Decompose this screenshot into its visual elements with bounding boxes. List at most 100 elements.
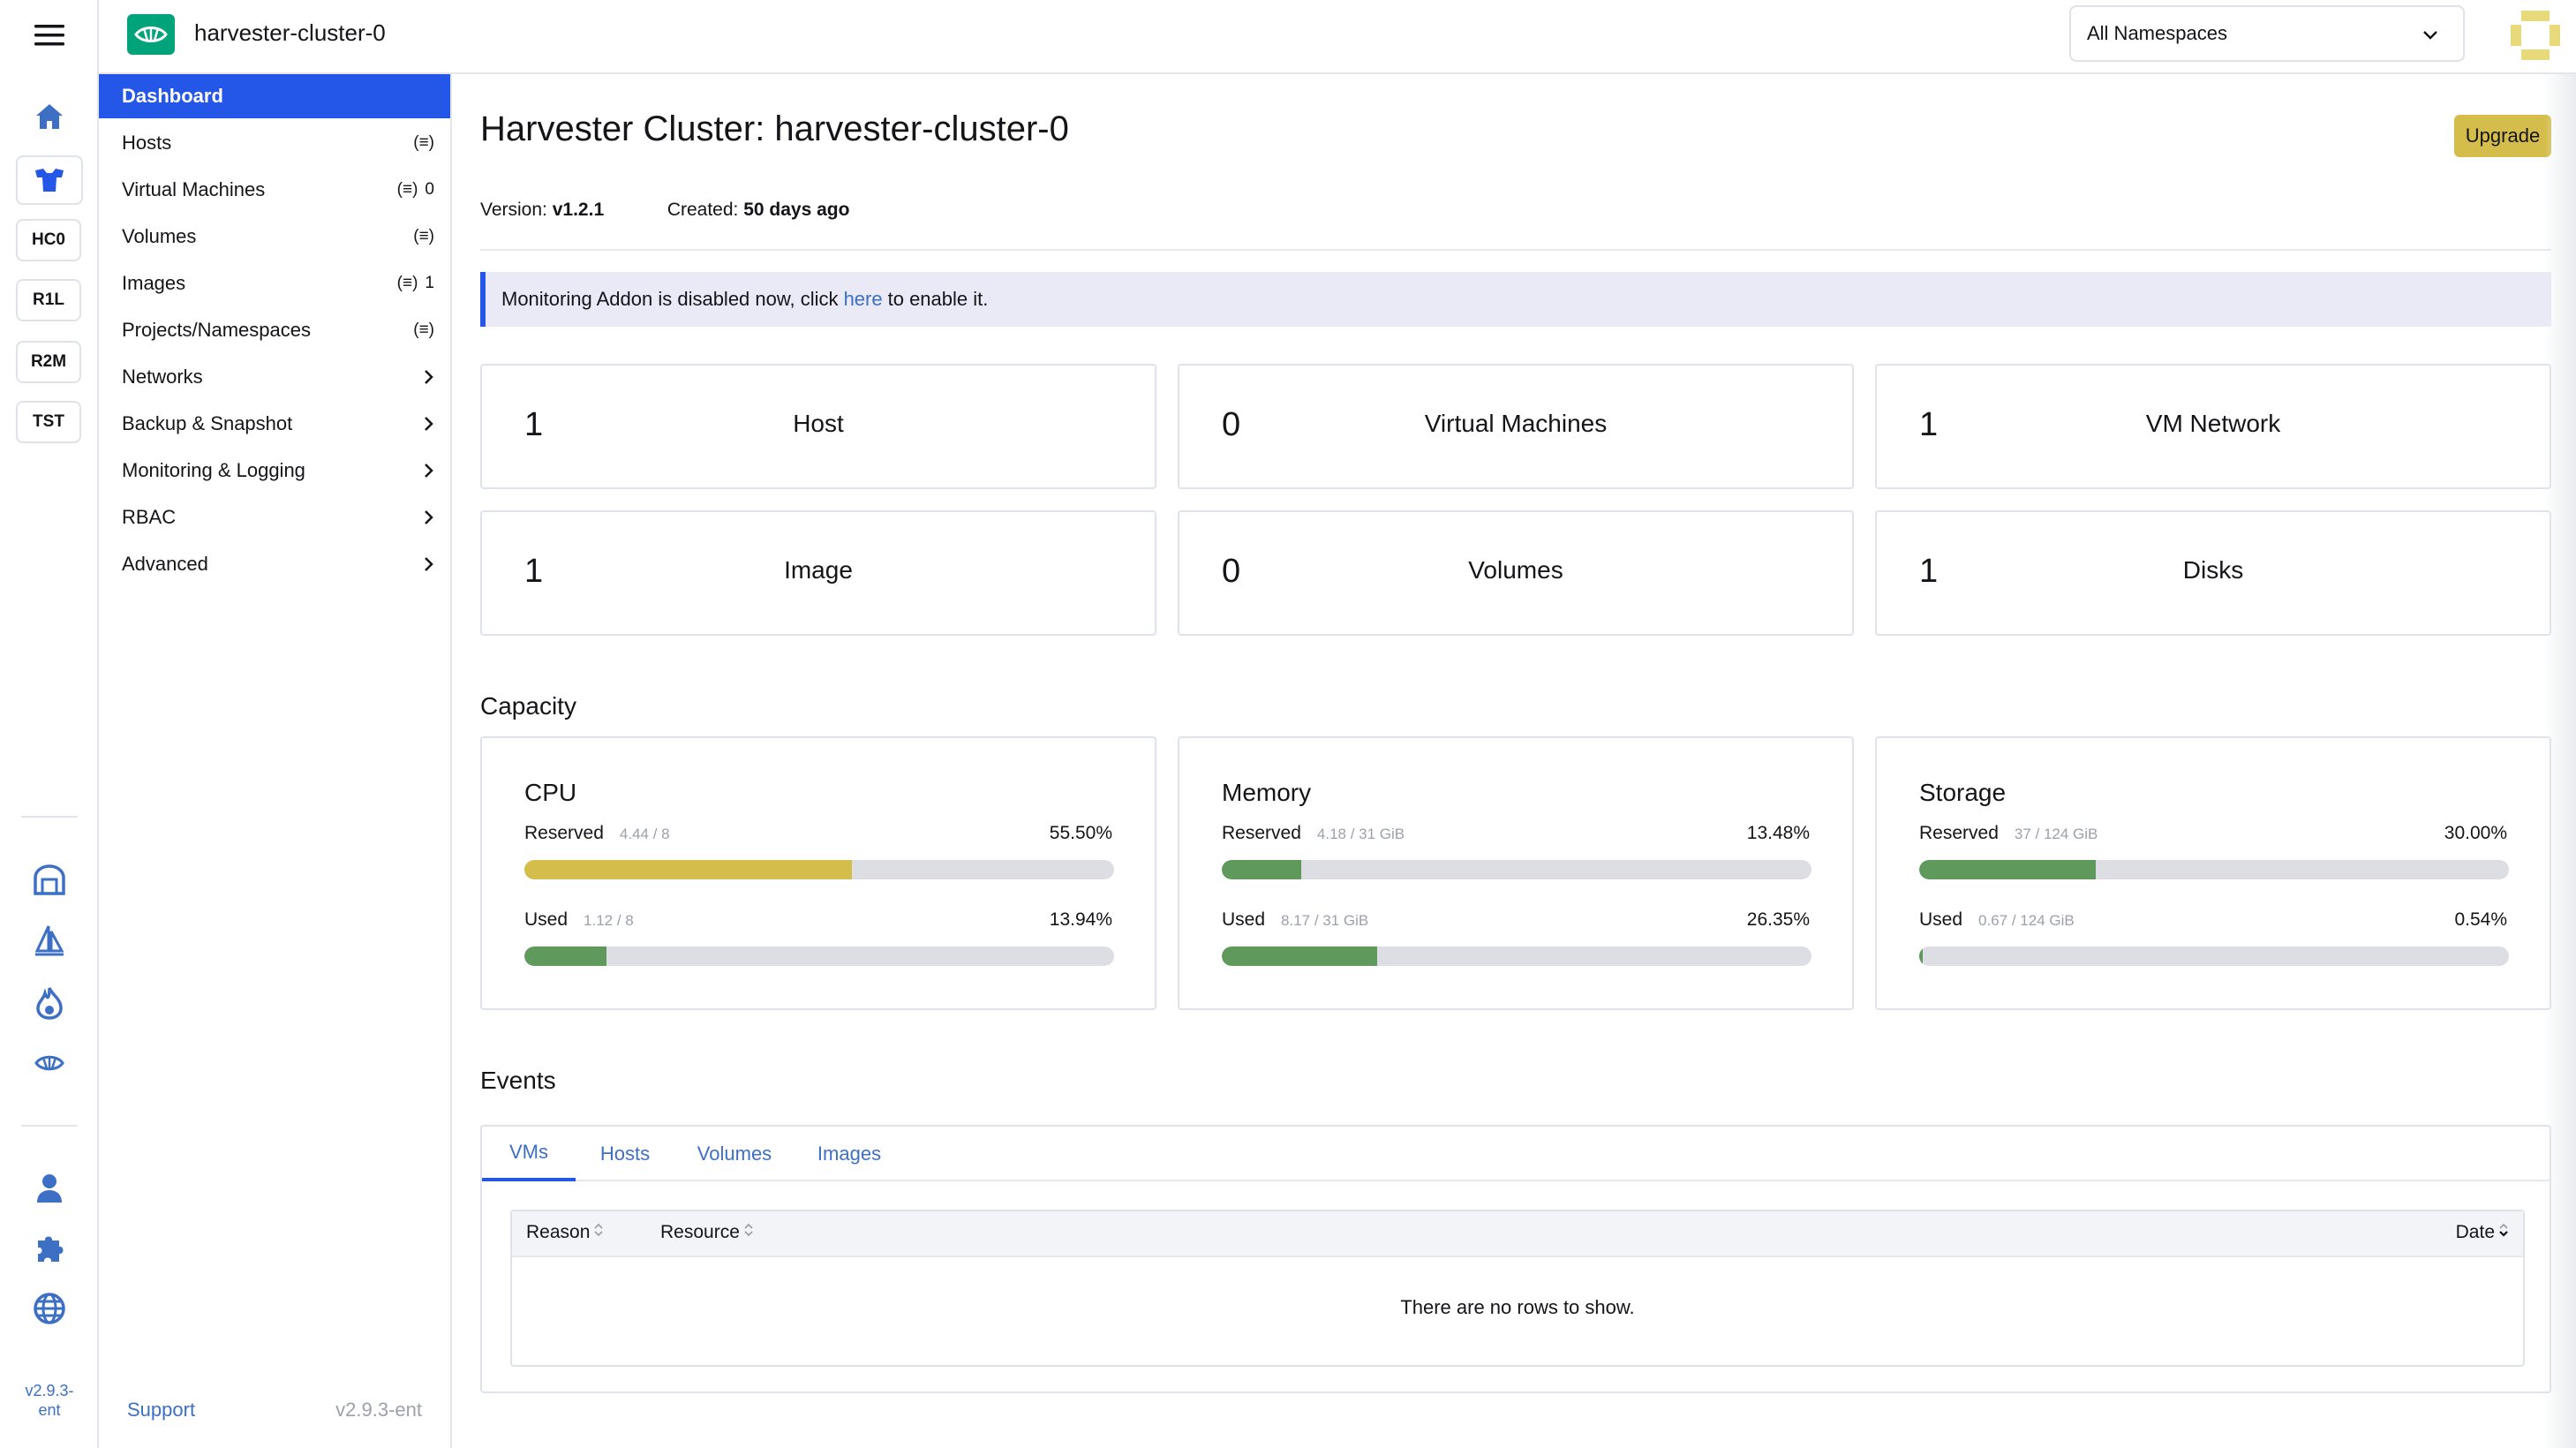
nav-item-label: Projects/Namespaces	[122, 319, 311, 341]
reserved-text: Reserved	[1222, 823, 1301, 843]
nav-item-projects-namespaces[interactable]: Projects/Namespaces (≡)	[99, 308, 450, 352]
nav-item-images[interactable]: Images (≡) 1	[99, 261, 450, 305]
used-text: Used	[1222, 909, 1266, 930]
nav-item-count: 1	[425, 274, 434, 292]
tab-vms[interactable]: VMs	[482, 1127, 576, 1181]
stat-card-volumes[interactable]: 0 Volumes	[1178, 510, 1854, 636]
used-percent: 13.94%	[1049, 909, 1112, 930]
events-title: Events	[480, 1067, 556, 1094]
stat-card-virtual-machines[interactable]: 0 Virtual Machines	[1178, 364, 1854, 489]
cluster-meta: Version: v1.2.1 Created: 50 days ago	[480, 200, 849, 221]
nav-item-label: Dashboard	[122, 85, 223, 107]
list-icon: (≡)	[413, 227, 434, 245]
empty-table-message: There are no rows to show.	[1400, 1296, 1635, 1318]
user-icon[interactable]	[28, 1167, 71, 1210]
chevron-right-icon	[424, 416, 434, 432]
nav-item-label: Images	[122, 272, 186, 294]
cluster-pill-hc0[interactable]: HC0	[16, 219, 81, 261]
nav-item-rbac[interactable]: RBAC	[99, 495, 450, 539]
cluster-pill-tst[interactable]: TST	[16, 401, 81, 443]
capacity-title: Capacity	[480, 692, 576, 720]
namespace-select[interactable]: All Namespaces	[2069, 5, 2465, 62]
nav-item-label: Volumes	[122, 225, 197, 247]
avatar[interactable]	[2507, 7, 2564, 64]
side-nav: Dashboard Hosts (≡) Virtual Machines (≡)…	[99, 74, 452, 1448]
cluster-pill-r2m[interactable]: R2M	[16, 341, 81, 383]
column-header-date[interactable]: Date	[2456, 1222, 2509, 1243]
stat-card-vm-network[interactable]: 1 VM Network	[1875, 364, 2551, 489]
enable-monitoring-link[interactable]: here	[844, 288, 883, 311]
nav-item-monitoring-logging[interactable]: Monitoring & Logging	[99, 449, 450, 493]
used-label: Used 1.12 / 8	[524, 909, 634, 931]
events-tabs: VMs Hosts Volumes Images	[482, 1127, 2550, 1181]
stat-card-host[interactable]: 1 Host	[480, 364, 1156, 489]
nav-item-backup-snapshot[interactable]: Backup & Snapshot	[99, 402, 450, 446]
nav-item-volumes[interactable]: Volumes (≡)	[99, 215, 450, 259]
used-amount: 8.17 / 31 GiB	[1281, 912, 1369, 929]
list-icon: (≡)	[413, 133, 434, 152]
menu-icon[interactable]	[16, 11, 83, 60]
sort-icon	[593, 1222, 604, 1243]
stat-label: VM Network	[2145, 410, 2281, 437]
home-icon[interactable]	[16, 92, 83, 141]
rail-version-line1: v2.9.3-	[25, 1382, 74, 1399]
cluster-manager-icon[interactable]	[16, 155, 83, 205]
reserved-percent: 55.50%	[1049, 823, 1112, 843]
reserved-progress-bar	[1919, 860, 2509, 879]
events-table: Reason Resource Date There are no rows t…	[510, 1210, 2525, 1367]
progress-fill	[1919, 946, 1923, 966]
column-header-reason[interactable]: Reason	[526, 1222, 604, 1243]
used-progress-bar	[1222, 946, 1811, 966]
rail-version: v2.9.3- ent	[0, 1381, 99, 1420]
banner-text: to enable it.	[887, 288, 989, 310]
stat-label: Host	[793, 410, 844, 437]
capacity-card-storage: Storage Reserved 37 / 124 GiB 30.00% Used…	[1875, 736, 2551, 1010]
nav-item-virtual-machines[interactable]: Virtual Machines (≡) 0	[99, 168, 450, 212]
extensions-icon[interactable]	[28, 1227, 71, 1270]
list-icon: (≡)	[396, 180, 418, 199]
support-link[interactable]: Support	[127, 1399, 195, 1422]
nav-item-hosts[interactable]: Hosts (≡)	[99, 121, 450, 165]
tab-images[interactable]: Images	[800, 1127, 899, 1181]
nav-item-networks[interactable]: Networks	[99, 355, 450, 399]
harvester-logo-icon	[127, 14, 175, 55]
reserved-progress-bar	[1222, 860, 1811, 879]
sailboat-icon[interactable]	[28, 920, 71, 962]
nav-item-label: Networks	[122, 366, 203, 388]
flame-icon[interactable]	[28, 982, 71, 1024]
progress-fill	[1222, 946, 1378, 966]
list-icon: (≡)	[396, 274, 418, 292]
progress-fill	[524, 946, 607, 966]
nav-item-dashboard[interactable]: Dashboard	[99, 74, 450, 118]
stat-card-image[interactable]: 1 Image	[480, 510, 1156, 636]
top-header: harvester-cluster-0 All Namespaces	[99, 0, 2576, 74]
globe-icon[interactable]	[28, 1287, 71, 1330]
reserved-percent: 13.48%	[1746, 823, 1810, 843]
progress-fill	[1919, 860, 2097, 879]
progress-fill	[1222, 860, 1302, 879]
stat-card-disks[interactable]: 1 Disks	[1875, 510, 2551, 636]
chevron-right-icon	[424, 556, 434, 572]
used-label: Used 8.17 / 31 GiB	[1222, 909, 1368, 931]
column-header-resource[interactable]: Resource	[660, 1222, 754, 1243]
nav-item-advanced[interactable]: Advanced	[99, 542, 450, 586]
harvester-icon[interactable]	[28, 1042, 71, 1084]
upgrade-button[interactable]: Upgrade	[2454, 115, 2551, 157]
sort-icon	[743, 1222, 754, 1243]
capacity-card-cpu: CPU Reserved 4.44 / 8 55.50% Used 1.12 / 8…	[480, 736, 1156, 1010]
used-percent: 0.54%	[2454, 909, 2507, 930]
created-value: 50 days ago	[743, 200, 850, 220]
tab-volumes[interactable]: Volumes	[682, 1127, 787, 1181]
reserved-progress-bar	[524, 860, 1114, 879]
version-label: Version:	[480, 200, 547, 220]
cluster-pill-r1l[interactable]: R1L	[16, 279, 81, 321]
tab-hosts[interactable]: Hosts	[581, 1127, 669, 1181]
reserved-amount: 4.44 / 8	[619, 826, 670, 842]
nav-item-label: Hosts	[122, 132, 172, 154]
rail-divider	[21, 1125, 78, 1127]
chevron-right-icon	[424, 463, 434, 479]
version-label: v2.9.3-ent	[335, 1399, 422, 1421]
chevron-right-icon	[424, 369, 434, 385]
fleet-icon[interactable]	[28, 858, 71, 901]
stat-label: Virtual Machines	[1424, 410, 1608, 437]
